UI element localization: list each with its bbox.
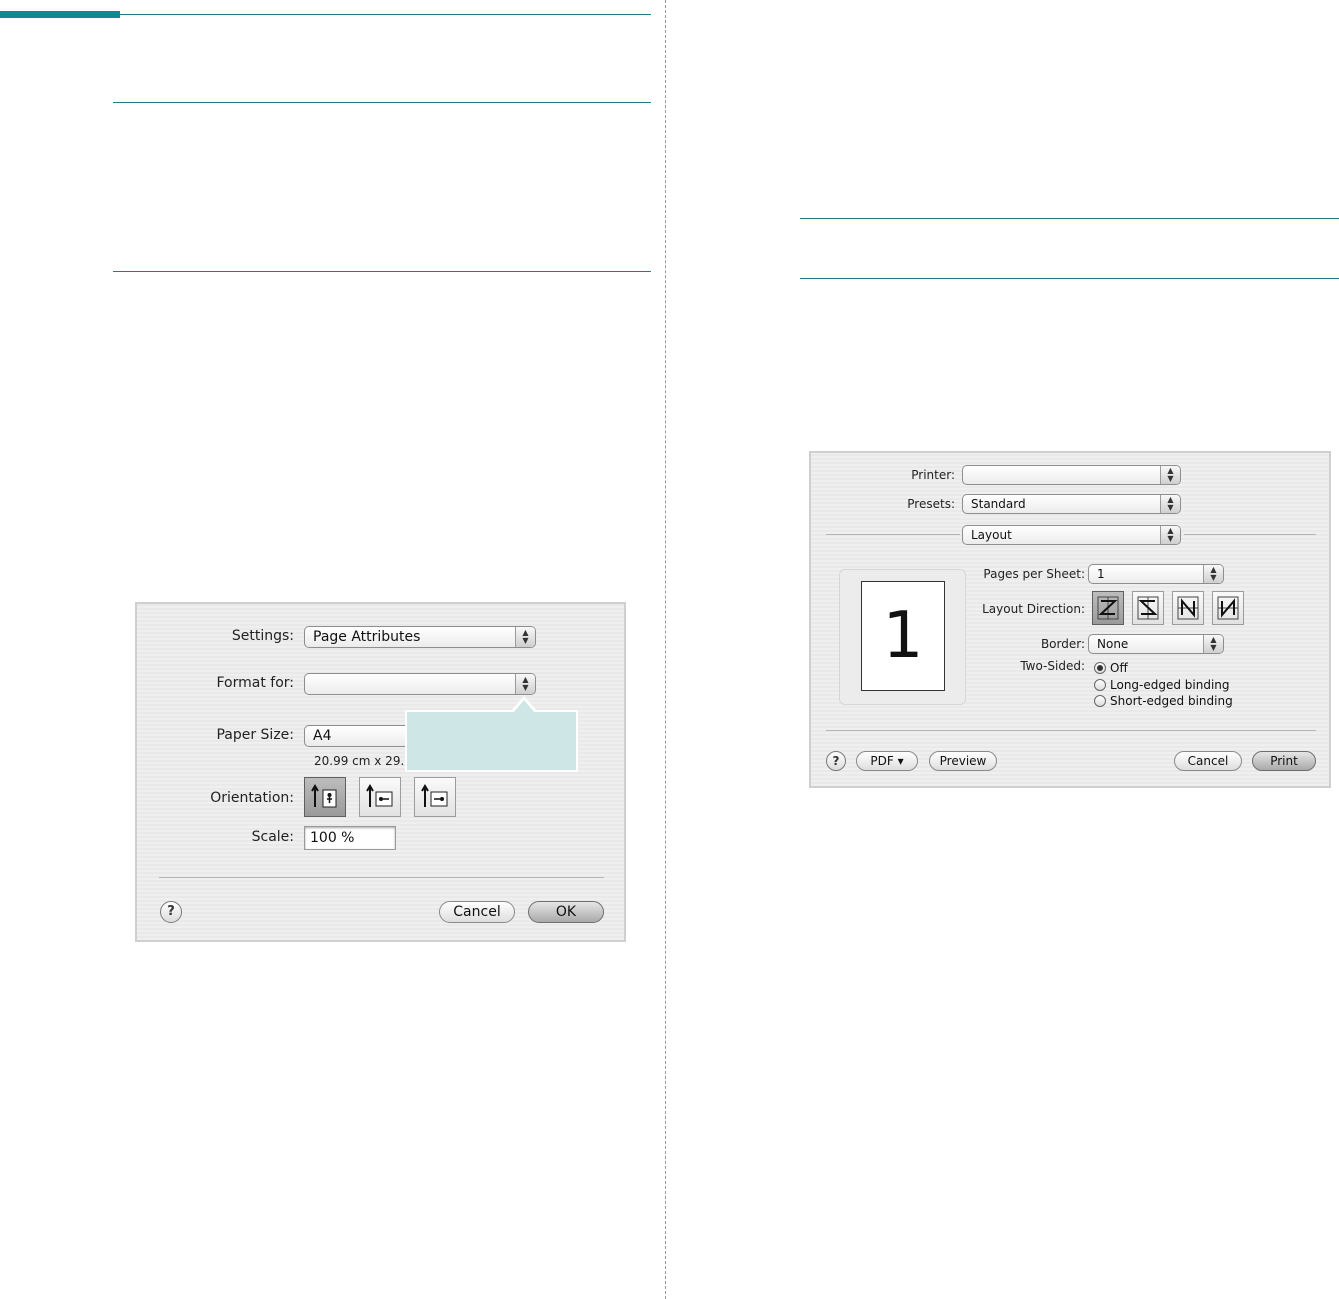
panel-popup[interactable]: Layout ▲ ▼	[962, 525, 1181, 545]
format-for-label: Format for:	[216, 675, 294, 691]
section-rule-3	[800, 218, 1339, 219]
header-rule	[120, 14, 651, 15]
panel-value: Layout	[971, 528, 1012, 542]
layout-direction-s-button[interactable]	[1132, 591, 1164, 625]
scale-label: Scale:	[251, 829, 294, 845]
two-sided-long-edge-label: Long-edged binding	[1110, 678, 1230, 692]
orientation-label: Orientation:	[210, 790, 294, 806]
two-sided-label: Two-Sided:	[1020, 659, 1085, 673]
border-label: Border:	[1040, 637, 1085, 651]
layout-direction-n-reverse-button[interactable]	[1172, 591, 1204, 625]
presets-value: Standard	[971, 497, 1026, 511]
paper-dimensions: 20.99 cm x 29.	[314, 754, 405, 768]
panel-separator-right	[1184, 534, 1316, 535]
orientation-portrait-button[interactable]	[304, 777, 346, 817]
column-divider	[665, 0, 666, 1299]
print-dialog: Printer: ▲ ▼ Presets: Standard ▲ ▼ Layout …	[809, 451, 1331, 788]
portrait-icon	[311, 784, 337, 808]
layout-direction-n-button[interactable]	[1212, 591, 1244, 625]
preview-page-number: 1	[882, 599, 924, 673]
pages-per-sheet-label: Pages per Sheet:	[983, 567, 1085, 581]
n-reverse-direction-icon	[1177, 596, 1199, 620]
section-rule-4	[800, 278, 1339, 279]
two-sided-off-label: Off	[1110, 661, 1128, 675]
popup-arrows-icon: ▲▼	[1160, 495, 1180, 513]
print-button[interactable]: Print	[1252, 751, 1316, 771]
two-sided-short-edge-label: Short-edged binding	[1110, 694, 1233, 708]
preview-page: 1	[861, 581, 945, 691]
popup-arrows-icon: ▲▼	[515, 674, 535, 694]
preview-button[interactable]: Preview	[929, 751, 997, 771]
presets-label: Presets:	[907, 497, 955, 511]
popup-arrows-icon: ▲▼	[1160, 526, 1180, 544]
border-value: None	[1097, 637, 1129, 651]
section-rule-2	[113, 271, 651, 272]
n-direction-icon	[1217, 596, 1239, 620]
callout-box	[405, 710, 578, 772]
border-popup[interactable]: None ▲ ▼	[1088, 634, 1224, 654]
layout-direction-label: Layout Direction:	[982, 602, 1085, 616]
popup-arrows-icon: ▲▼	[1203, 565, 1223, 583]
layout-direction-z-button[interactable]	[1092, 591, 1124, 625]
landscape-left-icon	[366, 784, 393, 807]
button-separator	[159, 877, 604, 878]
section-accent-bar	[0, 11, 120, 18]
cancel-button[interactable]: Cancel	[1174, 751, 1242, 771]
paper-size-value: A4	[313, 728, 332, 744]
format-for-popup[interactable]: ▲ ▼	[304, 673, 536, 695]
panel-separator-left	[826, 534, 960, 535]
paper-size-label: Paper Size:	[216, 727, 294, 743]
pages-per-sheet-popup[interactable]: 1 ▲ ▼	[1088, 564, 1224, 584]
presets-popup[interactable]: Standard ▲ ▼	[962, 494, 1181, 514]
callout-pointer-fill	[513, 700, 535, 713]
radio-selected-icon	[1094, 662, 1106, 674]
button-separator	[826, 730, 1316, 731]
popup-arrows-icon: ▲▼	[515, 627, 535, 647]
two-sided-short-edge-radio[interactable]: Short-edged binding	[1094, 694, 1233, 708]
cancel-button[interactable]: Cancel	[439, 901, 515, 923]
z-direction-icon	[1097, 596, 1119, 620]
pages-per-sheet-value: 1	[1097, 567, 1105, 581]
settings-popup[interactable]: Page Attributes ▲ ▼	[304, 626, 536, 648]
landscape-right-icon	[421, 784, 448, 807]
printer-label: Printer:	[911, 468, 955, 482]
settings-value: Page Attributes	[313, 629, 421, 645]
section-rule-1	[113, 102, 651, 103]
two-sided-off-radio[interactable]: Off	[1094, 661, 1128, 675]
scale-input[interactable]: 100 %	[304, 826, 396, 850]
page-setup-dialog: Settings: Page Attributes ▲ ▼ Format for:…	[135, 602, 626, 942]
printer-popup[interactable]: ▲ ▼	[962, 465, 1181, 485]
orientation-landscape-right-button[interactable]	[414, 777, 456, 817]
reverse-s-direction-icon	[1137, 596, 1159, 620]
help-button[interactable]: ?	[160, 901, 182, 923]
help-button[interactable]: ?	[826, 751, 846, 771]
two-sided-long-edge-radio[interactable]: Long-edged binding	[1094, 678, 1230, 692]
orientation-landscape-left-button[interactable]	[359, 777, 401, 817]
radio-unselected-icon	[1094, 695, 1106, 707]
settings-label: Settings:	[231, 628, 294, 644]
radio-unselected-icon	[1094, 679, 1106, 691]
pdf-button[interactable]: PDF ▾	[856, 751, 918, 771]
popup-arrows-icon: ▲▼	[1203, 635, 1223, 653]
popup-arrows-icon: ▲▼	[1160, 466, 1180, 484]
ok-button[interactable]: OK	[528, 901, 604, 923]
